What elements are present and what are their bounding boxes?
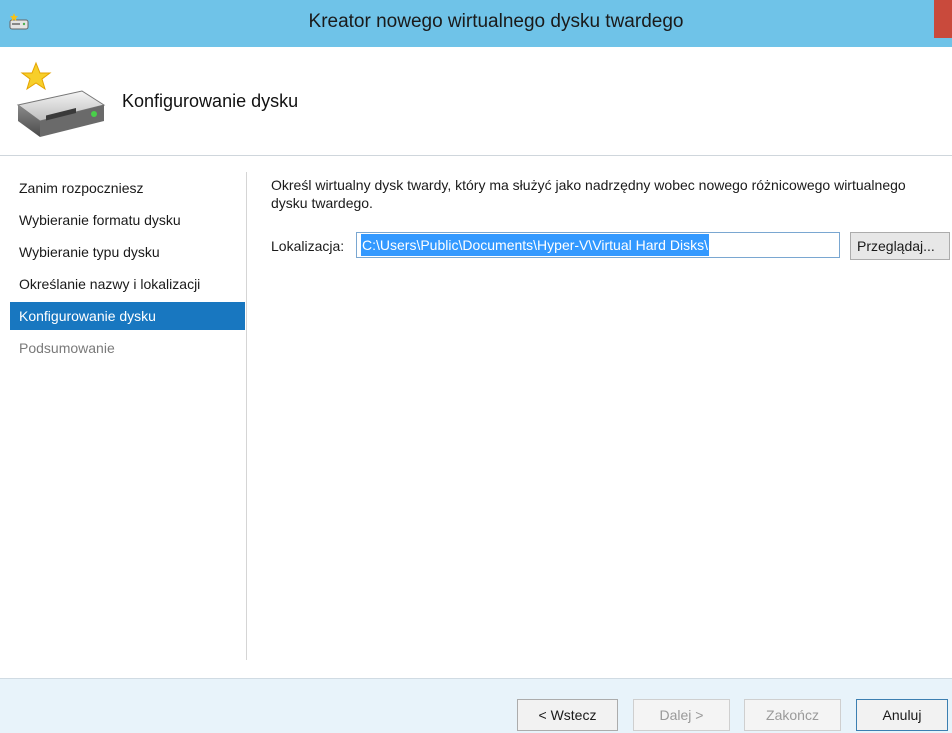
page-title: Konfigurowanie dysku <box>122 91 299 111</box>
location-label: Lokalizacja: <box>271 238 345 254</box>
step-choose-disk-format[interactable]: Wybieranie formatu dysku <box>10 204 245 236</box>
wizard-footer: < Wstecz Dalej > Zakończ Anuluj <box>0 678 952 733</box>
step-description: Określ wirtualny dysk twardy, który ma s… <box>271 177 906 211</box>
browse-button[interactable]: Przeglądaj... <box>850 232 950 260</box>
back-button[interactable]: < Wstecz <box>517 699 618 731</box>
next-button: Dalej > <box>633 699 730 731</box>
hard-disk-icon <box>16 61 106 137</box>
step-before-you-begin[interactable]: Zanim rozpoczniesz <box>10 172 245 204</box>
location-row: Lokalizacja: C:\Users\Public\Documents\H… <box>271 232 952 262</box>
location-input-value: C:\Users\Public\Documents\Hyper-V\Virtua… <box>361 234 709 256</box>
step-content: Określ wirtualny dysk twardy, który ma s… <box>271 176 950 260</box>
location-input[interactable]: C:\Users\Public\Documents\Hyper-V\Virtua… <box>356 232 840 258</box>
title-bar: Kreator nowego wirtualnego dysku twardeg… <box>0 0 952 47</box>
step-name-and-location[interactable]: Określanie nazwy i lokalizacji <box>10 268 245 300</box>
cancel-button[interactable]: Anuluj <box>856 699 948 731</box>
wizard-header: Konfigurowanie dysku <box>0 47 952 156</box>
step-choose-disk-type[interactable]: Wybieranie typu dysku <box>10 236 245 268</box>
step-summary: Podsumowanie <box>19 340 115 356</box>
window-title: Kreator nowego wirtualnego dysku twardeg… <box>308 11 684 32</box>
finish-button: Zakończ <box>744 699 841 731</box>
nav-divider <box>246 172 247 660</box>
wizard-body: Zanim rozpoczniesz Wybieranie formatu dy… <box>0 156 952 678</box>
close-button[interactable] <box>934 0 952 38</box>
wizard-steps-nav: Zanim rozpoczniesz Wybieranie formatu dy… <box>10 172 245 364</box>
step-configure-disk[interactable]: Konfigurowanie dysku <box>10 302 245 330</box>
